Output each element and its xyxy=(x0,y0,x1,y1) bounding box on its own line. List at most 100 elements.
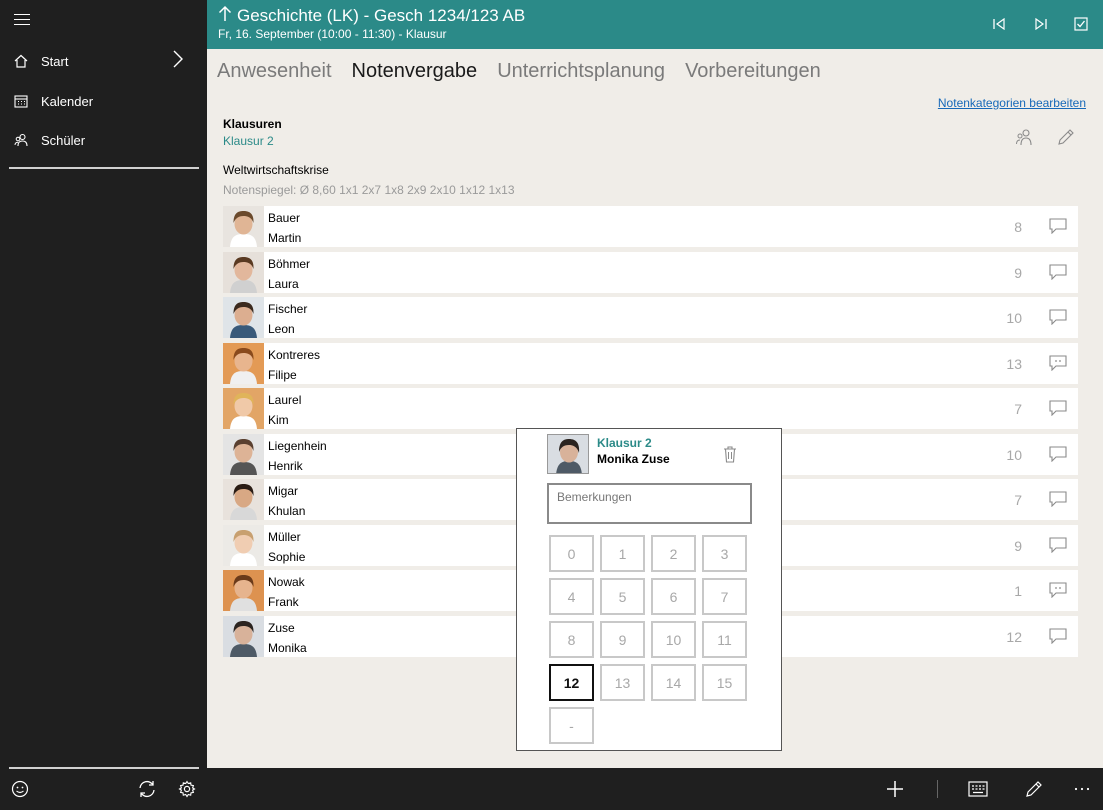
student-last-name: Böhmer xyxy=(268,256,311,271)
student-row[interactable]: Kontreres Filipe 13 xyxy=(223,342,1078,384)
section-title: Klausuren xyxy=(223,117,282,131)
people-icon xyxy=(13,132,29,148)
more-icon[interactable] xyxy=(1071,778,1093,800)
comment-icon[interactable] xyxy=(1049,536,1067,553)
student-row[interactable]: Böhmer Laura 9 xyxy=(223,251,1078,293)
keyboard-icon[interactable] xyxy=(967,778,989,800)
grade-key[interactable]: 15 xyxy=(702,664,747,701)
student-last-name: Nowak xyxy=(268,575,305,589)
student-grade[interactable]: 13 xyxy=(1006,356,1022,372)
tab-anwesenheit[interactable]: Anwesenheit xyxy=(217,60,332,83)
student-first-name: Monika xyxy=(268,640,307,655)
smiley-icon[interactable] xyxy=(10,779,30,799)
pencil-icon[interactable] xyxy=(1056,127,1076,147)
student-grade[interactable]: 1 xyxy=(1014,583,1022,599)
student-grade[interactable]: 7 xyxy=(1014,401,1022,417)
skip-next-icon[interactable] xyxy=(1033,16,1049,32)
student-row[interactable]: Laurel Kim 7 xyxy=(223,388,1078,429)
student-grade[interactable]: 9 xyxy=(1014,265,1022,281)
section-subtitle[interactable]: Klausur 2 xyxy=(223,134,274,148)
avatar xyxy=(223,342,264,384)
gear-icon[interactable] xyxy=(177,779,197,799)
sidebar-item-label: Kalender xyxy=(41,93,94,109)
comment-icon[interactable] xyxy=(1049,218,1067,235)
header-title-text: Geschichte (LK) - Gesch 1234/123 AB xyxy=(237,6,526,25)
remarks-input[interactable]: Bemerkungen xyxy=(547,483,752,524)
grade-key[interactable]: 1 xyxy=(600,535,645,572)
tab-notenvergabe[interactable]: Notenvergabe xyxy=(352,60,478,83)
student-grade[interactable]: 9 xyxy=(1014,538,1022,554)
hamburger-menu-icon[interactable] xyxy=(14,14,30,28)
comment-filled-icon[interactable] xyxy=(1049,582,1067,599)
grade-key[interactable]: 13 xyxy=(600,664,645,701)
popup-student-name: Monika Zuse xyxy=(597,452,670,466)
tab-bar: Anwesenheit Notenvergabe Unterrichtsplan… xyxy=(217,60,821,83)
comment-icon[interactable] xyxy=(1049,263,1067,280)
grade-entry-popup: Klausur 2 Monika Zuse Bemerkungen 012345… xyxy=(516,428,782,751)
comment-icon[interactable] xyxy=(1049,400,1067,417)
app-header: Geschichte (LK) - Gesch 1234/123 AB Fr, … xyxy=(207,0,1103,49)
avatar xyxy=(223,479,264,520)
sidebar-footer xyxy=(0,768,207,810)
student-row[interactable]: Bauer Martin 8 xyxy=(223,206,1078,247)
home-icon xyxy=(13,53,29,69)
trash-icon[interactable] xyxy=(722,445,738,463)
grade-key[interactable]: 0 xyxy=(549,535,594,572)
student-first-name: Henrik xyxy=(268,458,303,473)
student-last-name: Migar xyxy=(268,484,299,498)
sidebar-item-start[interactable]: Start xyxy=(0,42,207,80)
avatar xyxy=(223,388,264,429)
students-icon[interactable] xyxy=(1014,127,1034,147)
pencil-icon[interactable] xyxy=(1023,778,1045,800)
checkbox-icon[interactable] xyxy=(1073,16,1089,32)
grade-key[interactable]: - xyxy=(549,707,594,744)
sidebar: Start Kalender Schüler xyxy=(0,0,207,810)
grade-key[interactable]: 5 xyxy=(600,578,645,615)
student-grade[interactable]: 7 xyxy=(1014,492,1022,508)
student-first-name: Kim xyxy=(268,413,289,427)
avatar xyxy=(223,615,264,657)
grade-key[interactable]: 6 xyxy=(651,578,696,615)
grade-key[interactable]: 14 xyxy=(651,664,696,701)
student-first-name: Martin xyxy=(268,231,302,245)
grade-key[interactable]: 11 xyxy=(702,621,747,658)
grade-key[interactable]: 3 xyxy=(702,535,747,572)
add-icon[interactable] xyxy=(884,778,906,800)
sync-icon[interactable] xyxy=(137,779,157,799)
student-grade[interactable]: 10 xyxy=(1006,447,1022,463)
sidebar-item-label: Start xyxy=(41,53,69,69)
grade-key[interactable]: 4 xyxy=(549,578,594,615)
tab-unterrichtsplanung[interactable]: Unterrichtsplanung xyxy=(497,60,665,83)
grade-key[interactable]: 2 xyxy=(651,535,696,572)
student-grade[interactable]: 10 xyxy=(1006,310,1022,326)
arrow-up-icon[interactable] xyxy=(218,5,232,27)
tab-vorbereitungen[interactable]: Vorbereitungen xyxy=(685,60,821,83)
avatar xyxy=(547,434,589,474)
grade-key[interactable]: 8 xyxy=(549,621,594,658)
student-grade[interactable]: 12 xyxy=(1006,629,1022,645)
comment-icon[interactable] xyxy=(1049,491,1067,508)
avatar xyxy=(223,433,264,475)
comment-icon[interactable] xyxy=(1049,627,1067,644)
chevron-right-icon xyxy=(172,50,184,73)
exam-topic: Weltwirtschaftskrise xyxy=(223,163,329,177)
avatar xyxy=(223,297,264,338)
sidebar-item-kalender[interactable]: Kalender xyxy=(0,82,207,120)
comment-filled-icon[interactable] xyxy=(1049,354,1067,371)
popup-title: Klausur 2 xyxy=(597,436,652,450)
comment-icon[interactable] xyxy=(1049,309,1067,326)
student-grade[interactable]: 8 xyxy=(1014,219,1022,235)
avatar xyxy=(223,206,264,247)
student-first-name: Khulan xyxy=(268,504,306,518)
grade-key[interactable]: 10 xyxy=(651,621,696,658)
student-last-name: Kontreres xyxy=(268,347,321,362)
grade-key[interactable]: 12 xyxy=(549,664,594,701)
sidebar-item-schueler[interactable]: Schüler xyxy=(0,121,207,159)
comment-icon[interactable] xyxy=(1049,445,1067,462)
edit-grade-categories-link[interactable]: Notenkategorien bearbeiten xyxy=(938,96,1086,110)
student-row[interactable]: Fischer Leon 10 xyxy=(223,297,1078,338)
student-first-name: Sophie xyxy=(268,549,306,564)
grade-key[interactable]: 7 xyxy=(702,578,747,615)
skip-previous-icon[interactable] xyxy=(991,16,1007,32)
grade-key[interactable]: 9 xyxy=(600,621,645,658)
